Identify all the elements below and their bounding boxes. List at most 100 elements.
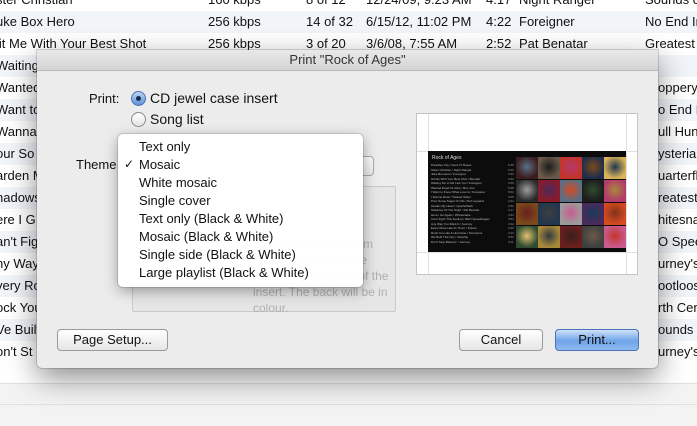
- song-title: on't St: [0, 344, 33, 359]
- insert-title: Rock of Ages: [432, 155, 462, 161]
- song-title: an't Fig: [0, 234, 39, 249]
- song-list-footer: [0, 383, 697, 404]
- theme-popup-button[interactable]: [363, 156, 374, 176]
- print-label: Print:: [89, 91, 120, 106]
- song-title: Ve Built: [0, 322, 41, 337]
- theme-label: Theme: [76, 157, 117, 172]
- song-date: 6/15/12, 11:02 PM: [366, 14, 472, 29]
- album-fragment: o End In: [658, 102, 697, 117]
- theme-menu-item-label: White mosaic: [139, 175, 218, 190]
- theme-menu-item[interactable]: White mosaic: [118, 174, 363, 192]
- song-date: 3/6/08, 7:55 AM: [366, 36, 458, 51]
- song-row[interactable]: ster Christian 160 kbps 8 of 12 12/24/09, 9…: [0, 0, 697, 11]
- album-art-thumbnail: [582, 226, 604, 248]
- song-title: uke Box Hero: [0, 14, 75, 29]
- song-title: Wanna: [0, 124, 37, 139]
- insert-track-time: 5:08: [508, 185, 514, 190]
- insert-track-name: Don't Stop Believin' / Journey: [431, 239, 470, 244]
- theme-menu-item[interactable]: Single cover: [118, 192, 363, 210]
- song-artist: Night Ranger: [519, 0, 596, 7]
- song-bitrate: 160 kbps: [208, 0, 261, 7]
- song-track: 8 of 12: [306, 0, 346, 7]
- song-time: 4:22: [486, 14, 512, 29]
- album-art-thumbnail: [582, 203, 604, 225]
- insert-track-time: 4:54: [508, 217, 514, 221]
- song-artist: Pat Benatar: [519, 36, 588, 51]
- song-title: ny Way: [0, 256, 39, 271]
- album-art-thumbnail: [538, 226, 560, 248]
- album-art-thumbnail: [538, 180, 560, 202]
- album-fragment: uarterfla: [658, 168, 697, 183]
- song-title: very Ro: [0, 278, 41, 293]
- album-art-thumbnail: [582, 157, 604, 179]
- insert-track-time: 4:11: [508, 239, 514, 244]
- insert-track-time: 4:34: [508, 212, 514, 217]
- song-track: 3 of 20: [306, 36, 346, 51]
- cd-insert-preview: Rock of Ages Paradise City / Guns N' Ros…: [428, 151, 626, 252]
- insert-track-time: 6:45: [508, 163, 514, 167]
- insert-track-time: 4:20: [508, 226, 514, 230]
- album-art-thumbnail: [604, 226, 626, 248]
- song-time: 4:17: [486, 0, 511, 7]
- song-title: ere I G: [0, 212, 36, 227]
- radio-button[interactable]: [131, 112, 146, 127]
- album-fragment: rth Cent: [658, 300, 697, 315]
- radio-label-song-list: Song list: [150, 111, 204, 127]
- print-preview: Rock of Ages Paradise City / Guns N' Ros…: [416, 113, 638, 275]
- album-art-thumbnail: [516, 226, 538, 248]
- album-fragment: reatest H: [658, 190, 697, 205]
- preview-guide-line: [417, 252, 637, 253]
- album-fragment: O Spee: [658, 234, 697, 249]
- song-title: hadows: [0, 190, 41, 205]
- theme-menu-item[interactable]: Text only (Black & White): [118, 210, 363, 228]
- song-bitrate: 256 kbps: [208, 36, 261, 51]
- song-album: Sounds o: [645, 0, 697, 7]
- insert-track-time: 4:22: [508, 172, 514, 176]
- theme-menu-item[interactable]: ✓ Mosaic: [118, 156, 363, 174]
- checkmark-icon: ✓: [124, 157, 135, 171]
- insert-track-time: 5:02: [508, 167, 514, 172]
- insert-track-time: 4:56: [508, 235, 514, 239]
- insert-track-time: 5:03: [508, 190, 514, 194]
- insert-track-time: 4:24: [508, 199, 514, 203]
- album-fragment: ounds o: [658, 322, 697, 337]
- song-row[interactable]: uke Box Hero 256 kbps 14 of 32 6/15/12, 11:…: [0, 11, 697, 33]
- album-fragment: oppery W: [658, 80, 697, 95]
- theme-menu-item[interactable]: Mosaic (Black & White): [118, 228, 363, 246]
- insert-track-time: 3:22: [508, 221, 514, 226]
- album-art-thumbnail: [538, 203, 560, 225]
- theme-menu-item[interactable]: Text only: [118, 138, 363, 156]
- song-title: ock You: [0, 300, 42, 315]
- cancel-button[interactable]: Cancel: [459, 329, 543, 351]
- radio-button-selected[interactable]: [131, 91, 146, 106]
- song-artist: Foreigner: [519, 14, 575, 29]
- theme-menu-item-label: Single cover: [139, 193, 211, 208]
- theme-menu-item[interactable]: Single side (Black & White): [118, 246, 363, 264]
- print-button[interactable]: Print...: [555, 329, 639, 351]
- album-art-thumbnail: [604, 180, 626, 202]
- album-fragment: hitesnal: [658, 212, 697, 227]
- song-bitrate: 256 kbps: [208, 14, 261, 29]
- album-fragment: urney's: [658, 256, 697, 271]
- song-track: 14 of 32: [306, 14, 353, 29]
- theme-menu-item-label: Mosaic (Black & White): [139, 229, 274, 244]
- album-fragment: ootloose: [658, 278, 697, 293]
- radio-label-cd-jewel-case: CD jewel case insert: [150, 90, 278, 106]
- song-album: No End In: [645, 14, 697, 29]
- insert-track-time: 2:52: [508, 176, 514, 181]
- theme-menu-item[interactable]: Large playlist (Black & White): [118, 264, 363, 282]
- album-art-thumbnail: [516, 180, 538, 202]
- album-art-thumbnail: [604, 157, 626, 179]
- album-art-thumbnail: [560, 180, 582, 202]
- preview-guide-line: [626, 114, 627, 274]
- album-fragment: ull Hung: [658, 124, 697, 139]
- theme-menu-item-label: Mosaic: [139, 157, 181, 172]
- album-fragment: ysteria: [658, 146, 697, 161]
- theme-menu-item-label: Text only (Black & White): [139, 211, 284, 226]
- album-art-thumbnail: [516, 157, 538, 179]
- song-date: 12/24/09, 9:23 AM: [366, 0, 472, 7]
- page-setup-button[interactable]: Page Setup...: [57, 329, 168, 351]
- theme-menu-item-label: Single side (Black & White): [139, 247, 296, 262]
- album-art-thumbnail: [582, 180, 604, 202]
- dialog-title: Print "Rock of Ages": [37, 50, 658, 71]
